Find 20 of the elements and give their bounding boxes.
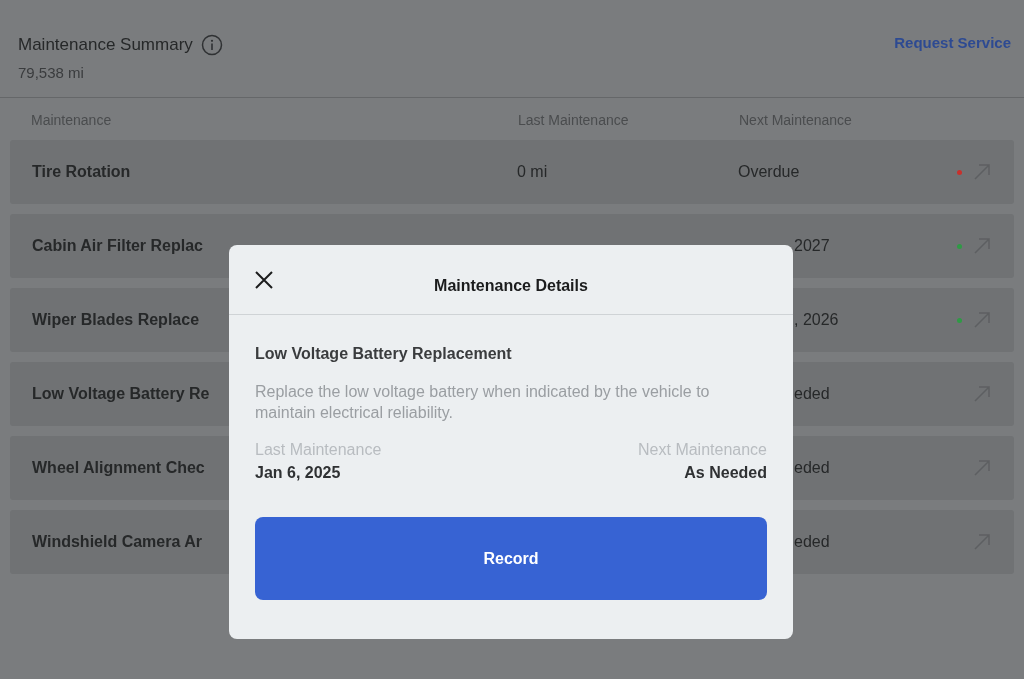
item-description: Replace the low voltage battery when indicated by the vehicle to maintain electrical reliability. [255,382,711,423]
next-maintenance: eded [794,459,830,477]
summary-title: Maintenance Summary [18,35,193,55]
last-maintenance: 0 mi [517,163,548,181]
odometer-reading: 79,538 mi [18,64,85,81]
next-maintenance: Overdue [738,163,800,181]
maintenance-name: Wheel Alignment Chec [32,459,205,477]
maintenance-name: Wiper Blades Replace [32,311,200,329]
next-value: As Needed [684,464,767,482]
item-title: Low Voltage Battery Replacement [255,345,513,363]
next-maintenance: , 2026 [794,311,839,329]
last-value: Jan 6, 2025 [255,464,341,482]
next-maintenance: eded [794,385,830,403]
next-maintenance: eded [794,533,830,551]
next-maintenance: 2027 [794,237,830,255]
maintenance-name: Windshield Camera Ar [32,533,202,551]
maintenance-name: Tire Rotation [32,163,131,181]
dialog-title: Maintenance Details [434,276,588,295]
maintenance-name: Low Voltage Battery Re [32,385,210,403]
maintenance-name: Cabin Air Filter Replac [32,237,203,255]
